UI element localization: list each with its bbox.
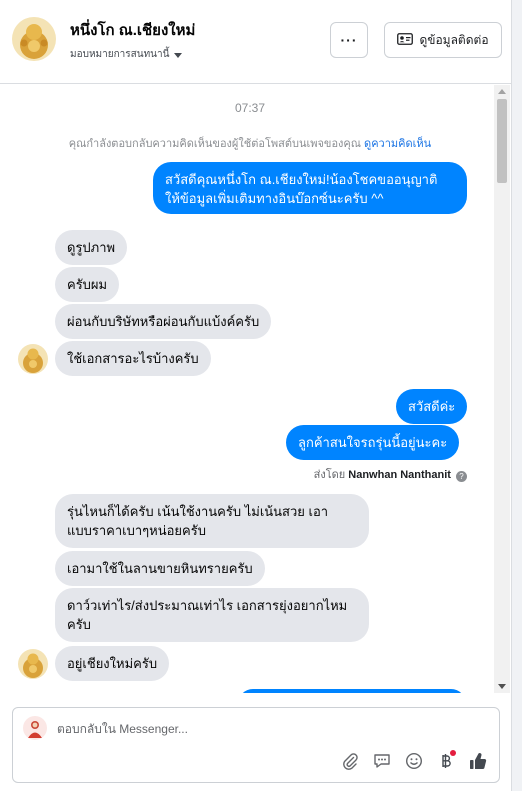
- thumbs-up-icon[interactable]: [467, 750, 489, 772]
- assign-label: มอบหมายการสนทนานี้: [70, 49, 170, 60]
- message-bubble-outgoing[interactable]: สวัสดีค่ะ: [396, 389, 468, 424]
- message-text: ลูกค้าสนใจรถรุ่นนี้อยู่นะคะ: [298, 435, 448, 450]
- message-bubble-incoming[interactable]: เอามาใช้ในลานขายหินทรายครับ: [55, 551, 265, 586]
- right-edge-background: [512, 0, 522, 791]
- page-avatar[interactable]: [12, 17, 56, 61]
- scroll-thumb[interactable]: [497, 99, 507, 183]
- assign-conversation-dropdown[interactable]: มอบหมายการสนทนานี้: [70, 47, 183, 62]
- message-text: ครับผม: [67, 277, 108, 292]
- emoji-icon[interactable]: [403, 750, 425, 772]
- reply-composer: [12, 707, 500, 783]
- message-bubble-incoming[interactable]: อยู่เชียงใหม่ครับ: [55, 646, 170, 681]
- more-options-button[interactable]: ···: [330, 22, 368, 58]
- message-text: สวัสดีค่ะ: [408, 399, 456, 414]
- more-dots-icon: ···: [340, 32, 358, 48]
- reply-input[interactable]: [57, 718, 477, 740]
- page-name[interactable]: หนึ่งโก ณ.เชียงใหม่: [70, 18, 195, 42]
- message-text: รุ่นไหนก็ได้ครับ เน้นใช้งานครับ ไม่เน้นส…: [67, 504, 329, 519]
- message-text: แบบราคาเบาๆหน่อยครับ: [67, 523, 206, 538]
- sender-avatar: [23, 716, 47, 740]
- notification-dot: [450, 750, 456, 756]
- payment-baht-icon[interactable]: [435, 750, 457, 772]
- message-text: ดาว์วเท่าไร/ส่งประมาณเท่าไร เอกสารยุ่งอย…: [67, 598, 348, 613]
- message-text: เอามาใช้ในลานขายหินทรายครับ: [67, 561, 253, 576]
- saved-reply-icon[interactable]: [371, 750, 393, 772]
- message-bubble-incoming[interactable]: ผ่อนกับบริษัทหรือผ่อนกับแบ้งค์ครับ: [55, 304, 272, 339]
- message-bubble-incoming[interactable]: ครับผม: [55, 267, 120, 302]
- caret-down-icon: [174, 52, 183, 58]
- view-comment-link[interactable]: ดูความคิดเห็น: [364, 138, 431, 150]
- message-thread[interactable]: 07:37 คุณกำลังตอบกลับความคิดเห็นของผู้ใช…: [0, 85, 512, 693]
- message-bubble-incoming[interactable]: ดาว์วเท่าไร/ส่งประมาณเท่าไร เอกสารยุ่งอย…: [55, 588, 369, 642]
- message-text: ครับ: [67, 617, 91, 632]
- sent-by-label: ส่งโดย Nanwhan Nanthanit ?: [0, 465, 467, 483]
- reply-context-notice: คุณกำลังตอบกลับความคิดเห็นของผู้ใช้ต่อโพ…: [0, 134, 500, 152]
- message-text: สวัสดีคุณหนึ่งโก ณ.เชียงใหม่!น้องโชคขออน…: [165, 172, 438, 187]
- view-contact-button[interactable]: ดูข้อมูลติดต่อ: [384, 22, 502, 58]
- contact-card-icon: [397, 32, 414, 48]
- customer-avatar[interactable]: [18, 344, 48, 374]
- message-bubble-incoming[interactable]: ใช้เอกสารอะไรบ้างครับ: [55, 341, 211, 376]
- sent-by-prefix: ส่งโดย: [313, 469, 346, 481]
- conversation-header: หนึ่งโก ณ.เชียงใหม่ มอบหมายการสนทนานี้ ·…: [0, 0, 512, 84]
- message-text: ดูรูปภาพ: [67, 240, 116, 255]
- message-timestamp: 07:37: [234, 101, 266, 115]
- message-bubble-outgoing[interactable]: สวัสดีคุณหนึ่งโก ณ.เชียงใหม่!น้องโชคขออน…: [153, 162, 467, 214]
- message-text: ให้ข้อมูลเพิ่มเติมทางอินบ๊อกซ์นะครับ ^^: [165, 191, 384, 206]
- customer-avatar[interactable]: [18, 649, 48, 679]
- scroll-down-arrow-icon[interactable]: [498, 684, 506, 689]
- message-bubble-incoming[interactable]: รุ่นไหนก็ได้ครับ เน้นใช้งานครับ ไม่เน้นส…: [55, 494, 369, 548]
- view-contact-label: ดูข้อมูลติดต่อ: [419, 32, 489, 47]
- scroll-up-arrow-icon[interactable]: [498, 89, 506, 94]
- thread-scrollbar[interactable]: [494, 85, 510, 693]
- composer-toolbar: [339, 750, 489, 772]
- message-text: ผ่อนกับบริษัทหรือผ่อนกับแบ้งค์ครับ: [67, 314, 260, 329]
- sender-name: Nanwhan Nanthanit: [348, 469, 451, 481]
- message-bubble-incoming[interactable]: ดูรูปภาพ: [55, 230, 128, 265]
- attach-icon[interactable]: [339, 750, 361, 772]
- message-text: ใช้เอกสารอะไรบ้างครับ: [67, 351, 199, 366]
- message-bubble-outgoing-partial[interactable]: [238, 689, 466, 693]
- message-bubble-outgoing[interactable]: ลูกค้าสนใจรถรุ่นนี้อยู่นะคะ: [286, 425, 460, 460]
- notice-text: คุณกำลังตอบกลับความคิดเห็นของผู้ใช้ต่อโพ…: [68, 138, 361, 150]
- conversation-panel: หนึ่งโก ณ.เชียงใหม่ มอบหมายการสนทนานี้ ·…: [0, 0, 512, 791]
- info-icon[interactable]: ?: [456, 471, 467, 482]
- message-text: อยู่เชียงใหม่ครับ: [67, 656, 158, 671]
